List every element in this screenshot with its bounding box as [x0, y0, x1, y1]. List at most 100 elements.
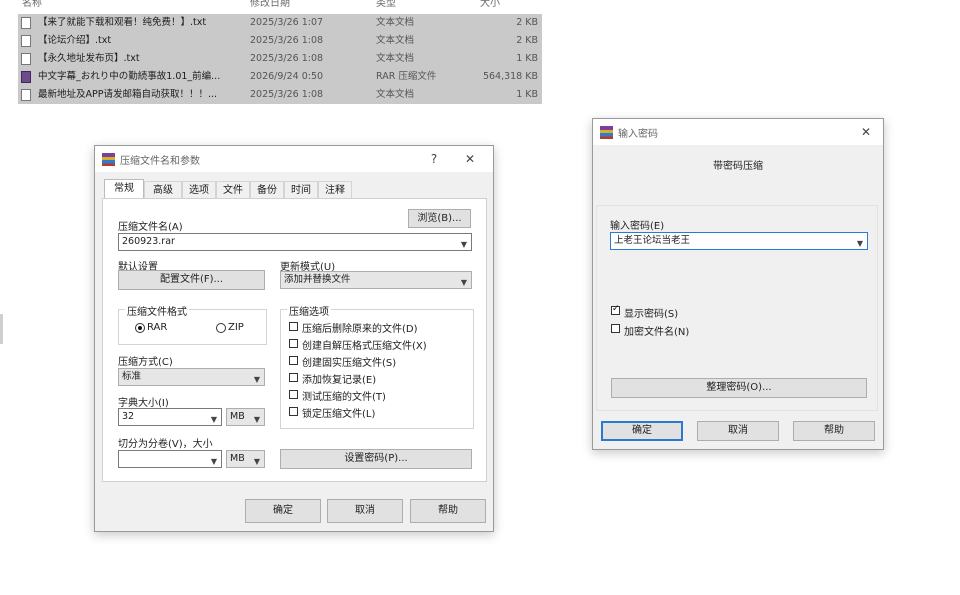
file-name: 【论坛介绍】.txt — [38, 35, 112, 46]
general-tab-panel: 压缩文件名(A) 浏览(B)... 260923.rar ▼ 默认设置 配置文件… — [102, 198, 487, 482]
chevron-down-icon[interactable]: ▼ — [211, 412, 217, 425]
file-size: 1 KB — [516, 89, 538, 100]
dictionary-size-input[interactable]: 32 ▼ — [118, 408, 222, 426]
chevron-down-icon[interactable]: ▼ — [254, 412, 260, 425]
archive-option-checkbox[interactable] — [289, 407, 298, 416]
tab-3[interactable]: 文件 — [216, 181, 250, 199]
archive-option-label[interactable]: 添加恢复记录(E) — [302, 371, 376, 386]
chevron-down-icon[interactable]: ▼ — [254, 372, 260, 385]
winrar-icon — [600, 126, 613, 139]
text-file-icon: text-file-icon — [21, 35, 31, 47]
archive-option-row[interactable]: 添加恢复记录(E) — [289, 371, 469, 386]
column-header-type[interactable]: 类型 — [376, 0, 396, 9]
split-unit-value: MB — [230, 453, 245, 464]
update-mode-select[interactable]: 添加并替换文件 ▼ — [280, 271, 472, 289]
chevron-down-icon[interactable]: ▼ — [461, 275, 467, 288]
file-name: 【永久地址发布页】.txt — [38, 53, 140, 64]
file-row[interactable]: text-file-icon 【来了就能下载和观看！纯免费！】.txt 2025/3… — [18, 14, 542, 32]
archive-options-group: 压缩选项 压缩后删除原来的文件(D) 创建自解压格式压缩文件(X) 创建固实压缩文件… — [280, 303, 474, 429]
archive-option-row[interactable]: 创建固实压缩文件(S) — [289, 354, 469, 369]
archive-option-row[interactable]: 锁定压缩文件(L) — [289, 405, 469, 420]
archive-dialog-title: 压缩文件名和参数 — [120, 156, 200, 167]
format-zip-radio[interactable] — [216, 323, 226, 333]
help-icon[interactable]: ? — [423, 150, 445, 168]
tab-0[interactable]: 常规 — [104, 179, 144, 200]
chevron-down-icon[interactable]: ▼ — [857, 236, 863, 249]
file-row[interactable]: rar-archive-icon 中文字幕_おれり中の勤続事故1.01_前编...… — [18, 68, 542, 86]
ok-button[interactable]: 确定 — [245, 499, 321, 523]
dictionary-unit-value: MB — [230, 411, 245, 422]
archive-option-checkbox[interactable] — [289, 322, 298, 331]
archive-option-checkbox[interactable] — [289, 373, 298, 382]
file-date: 2026/9/24 0:50 — [250, 71, 324, 82]
archive-option-checkbox[interactable] — [289, 356, 298, 365]
tab-6[interactable]: 注释 — [318, 181, 352, 199]
format-rar-radio[interactable] — [135, 323, 145, 333]
chevron-down-icon[interactable]: ▼ — [461, 237, 467, 250]
archive-options-title: 压缩选项 — [287, 303, 331, 318]
column-header-name[interactable]: 名称 — [22, 0, 42, 9]
enter-password-dialog: 输入密码 ✕ 带密码压缩 输入密码(E) 上老王论坛当老王 ▼ 显示密码(S) … — [592, 118, 884, 450]
archive-option-row[interactable]: 压缩后删除原来的文件(D) — [289, 320, 469, 335]
column-header-date[interactable]: 修改日期 — [250, 0, 290, 9]
encrypt-filenames-label[interactable]: 加密文件名(N) — [624, 323, 689, 338]
cancel-button[interactable]: 取消 — [697, 421, 779, 441]
file-explorer-list: 名称 修改日期 类型 大小 text-file-icon 【来了就能下载和观看！纯… — [0, 0, 545, 112]
password-dialog-title: 输入密码 — [618, 129, 658, 140]
archive-format-title: 压缩文件格式 — [125, 303, 189, 318]
ok-button[interactable]: 确定 — [601, 421, 683, 441]
cancel-button[interactable]: 取消 — [327, 499, 403, 523]
archive-option-label[interactable]: 压缩后删除原来的文件(D) — [302, 320, 418, 335]
archive-option-checkbox[interactable] — [289, 390, 298, 399]
archive-name-input[interactable]: 260923.rar ▼ — [118, 233, 472, 251]
archive-option-row[interactable]: 创建自解压格式压缩文件(X) — [289, 337, 469, 352]
file-row[interactable]: text-file-icon 最新地址及APP请发邮箱自动获取！！！... 2025… — [18, 86, 542, 104]
tab-1[interactable]: 高级 — [144, 181, 182, 199]
archive-dialog-titlebar[interactable]: 压缩文件名和参数 ? ✕ — [95, 146, 493, 172]
browse-button[interactable]: 浏览(B)... — [408, 209, 471, 228]
close-icon[interactable]: ✕ — [855, 123, 877, 141]
archive-parameters-dialog: 压缩文件名和参数 ? ✕ 常规 高级 选项 文件 备份 时间 注释 压缩文件名(A) 浏览(… — [94, 145, 494, 532]
split-unit-select[interactable]: MB ▼ — [226, 450, 265, 468]
archive-option-label[interactable]: 创建自解压格式压缩文件(X) — [302, 337, 427, 352]
tab-5[interactable]: 时间 — [284, 181, 318, 199]
organize-passwords-button[interactable]: 整理密码(O)... — [611, 378, 867, 398]
archive-option-row[interactable]: 测试压缩的文件(T) — [289, 388, 469, 403]
file-type: 文本文档 — [376, 53, 415, 64]
text-file-icon: text-file-icon — [21, 17, 31, 29]
format-zip-label[interactable]: ZIP — [228, 322, 244, 333]
column-header-size[interactable]: 大小 — [480, 0, 500, 9]
file-row[interactable]: text-file-icon 【论坛介绍】.txt 2025/3/26 1:08 文本… — [18, 32, 542, 50]
file-date: 2025/3/26 1:07 — [250, 17, 324, 28]
archive-option-checkbox[interactable] — [289, 339, 298, 348]
tab-4[interactable]: 备份 — [250, 181, 284, 199]
password-dialog-titlebar[interactable]: 输入密码 ✕ — [593, 119, 883, 145]
set-password-button[interactable]: 设置密码(P)... — [280, 449, 472, 469]
file-row[interactable]: text-file-icon 【永久地址发布页】.txt 2025/3/26 1:0… — [18, 50, 542, 68]
chevron-down-icon[interactable]: ▼ — [211, 454, 217, 467]
dictionary-size-label: 字典大小(I) — [118, 398, 169, 409]
archive-format-group: 压缩文件格式 RAR ZIP — [118, 303, 267, 345]
file-date: 2025/3/26 1:08 — [250, 53, 324, 64]
file-size: 564,318 KB — [482, 71, 538, 82]
file-type: 文本文档 — [376, 35, 415, 46]
help-button[interactable]: 帮助 — [793, 421, 875, 441]
show-password-checkbox[interactable] — [611, 304, 620, 315]
profiles-button[interactable]: 配置文件(F)... — [118, 270, 265, 290]
password-input[interactable]: 上老王论坛当老王 ▼ — [610, 232, 868, 250]
archive-option-label[interactable]: 锁定压缩文件(L) — [302, 405, 375, 420]
split-volumes-input[interactable]: ▼ — [118, 450, 222, 468]
compression-method-select[interactable]: 标准 ▼ — [118, 368, 265, 386]
close-icon[interactable]: ✕ — [459, 150, 481, 168]
file-type: RAR 压缩文件 — [376, 71, 437, 82]
encrypt-filenames-checkbox[interactable] — [611, 324, 620, 333]
archive-tabs: 常规 高级 选项 文件 备份 时间 注释 — [102, 179, 485, 200]
archive-option-label[interactable]: 测试压缩的文件(T) — [302, 388, 386, 403]
show-password-label[interactable]: 显示密码(S) — [624, 305, 678, 320]
dictionary-unit-select[interactable]: MB ▼ — [226, 408, 265, 426]
chevron-down-icon[interactable]: ▼ — [254, 454, 260, 467]
help-button[interactable]: 帮助 — [410, 499, 486, 523]
tab-2[interactable]: 选项 — [182, 181, 216, 199]
archive-option-label[interactable]: 创建固实压缩文件(S) — [302, 354, 396, 369]
format-rar-label[interactable]: RAR — [147, 322, 167, 333]
